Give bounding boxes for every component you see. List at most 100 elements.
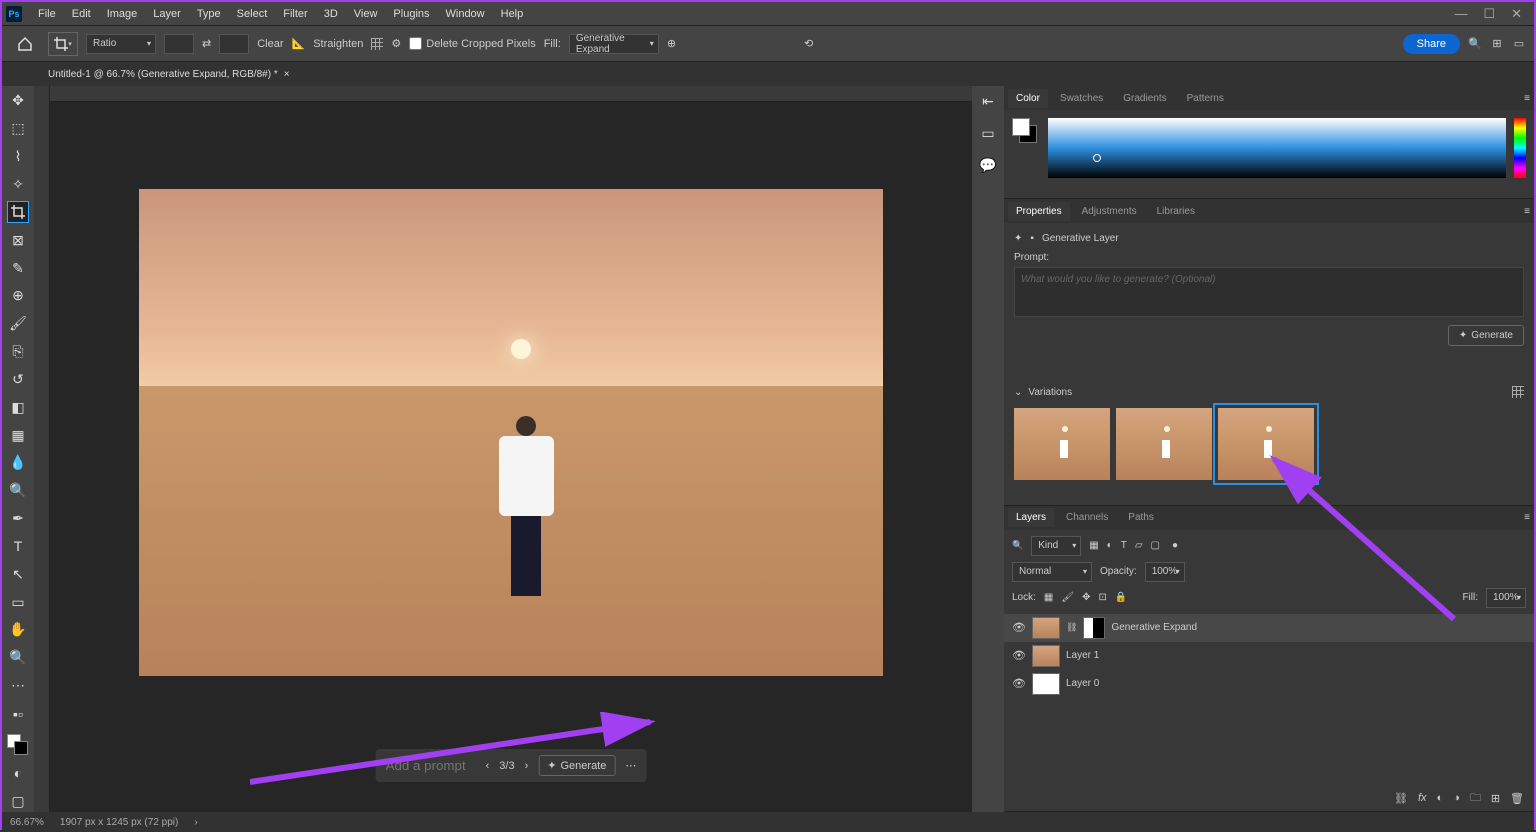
grid-overlay-icon[interactable] [371, 38, 383, 50]
layer-name[interactable]: Generative Expand [1111, 622, 1197, 633]
maximize-button[interactable]: ☐ [1483, 6, 1495, 22]
panel-menu-icon[interactable]: ≡ [1524, 93, 1530, 104]
visibility-icon[interactable]: 👁 [1012, 677, 1026, 690]
eraser-tool[interactable]: ◧ [7, 396, 29, 418]
menu-help[interactable]: Help [493, 6, 532, 22]
layer-name[interactable]: Layer 1 [1066, 650, 1099, 661]
tab-swatches[interactable]: Swatches [1052, 89, 1111, 108]
next-variation-button[interactable]: › [525, 760, 529, 772]
more-tools[interactable]: ⋯ [7, 675, 29, 697]
grid-view-icon[interactable] [1512, 386, 1524, 398]
menu-edit[interactable]: Edit [64, 6, 99, 22]
marquee-tool[interactable]: ⬚ [7, 118, 29, 140]
straighten-icon[interactable]: 📐 [292, 37, 306, 50]
menu-window[interactable]: Window [438, 6, 493, 22]
filter-smart-icon[interactable]: ▢ [1151, 540, 1160, 551]
tab-adjustments[interactable]: Adjustments [1074, 202, 1145, 221]
layer-name[interactable]: Layer 0 [1066, 678, 1099, 689]
hue-slider[interactable] [1514, 118, 1526, 178]
history-brush-tool[interactable]: ↺ [7, 368, 29, 390]
lock-nest-icon[interactable]: ⊡ [1098, 592, 1106, 603]
layer-0[interactable]: 👁 Layer 0 [1004, 670, 1534, 698]
layer-fx-icon[interactable]: fx [1418, 792, 1427, 804]
tab-patterns[interactable]: Patterns [1179, 89, 1232, 108]
layer-thumb[interactable] [1032, 673, 1060, 695]
type-tool[interactable]: T [7, 536, 29, 558]
edit-toolbar[interactable]: ▪▫ [7, 703, 29, 725]
expand-panel-icon[interactable]: ⇤ [977, 90, 999, 112]
settings-gear-icon[interactable]: ⚙ [391, 37, 401, 50]
delete-layer-icon[interactable]: 🗑 [1510, 792, 1524, 805]
fill-dropdown[interactable]: Generative Expand [569, 34, 659, 54]
tab-paths[interactable]: Paths [1120, 508, 1162, 527]
layer-thumb[interactable] [1032, 617, 1060, 639]
prompt-input[interactable] [386, 758, 476, 773]
workspace-icon[interactable]: ⊞ [1490, 37, 1504, 51]
tab-layers[interactable]: Layers [1008, 508, 1054, 527]
zoom-level[interactable]: 66.67% [10, 817, 44, 828]
tab-gradients[interactable]: Gradients [1115, 89, 1174, 108]
shape-tool[interactable]: ▭ [7, 591, 29, 613]
zoom-tool[interactable]: 🔍 [7, 647, 29, 669]
new-layer-icon[interactable]: ⊞ [1491, 792, 1500, 805]
panel-menu-icon[interactable]: ≡ [1524, 512, 1530, 523]
pen-tool[interactable]: ✒ [7, 508, 29, 530]
color-swatches[interactable] [7, 734, 29, 756]
tab-color[interactable]: Color [1008, 89, 1048, 108]
color-picker[interactable] [1048, 118, 1506, 178]
group-icon[interactable]: 🗀 [1470, 789, 1481, 808]
blur-tool[interactable]: 💧 [7, 452, 29, 474]
swap-icon[interactable]: ⇄ [202, 37, 211, 50]
menu-type[interactable]: Type [189, 6, 229, 22]
layer-generative-expand[interactable]: 👁 ⛓ Generative Expand [1004, 614, 1534, 642]
variation-thumb-1[interactable] [1014, 408, 1110, 480]
doc-dimensions[interactable]: 1907 px x 1245 px (72 ppi) [60, 817, 178, 828]
properties-generate-button[interactable]: ✦ Generate [1448, 325, 1524, 346]
arrange-icon[interactable]: ▭ [1512, 37, 1526, 51]
menu-view[interactable]: View [346, 6, 386, 22]
tab-libraries[interactable]: Libraries [1149, 202, 1203, 221]
screen-mode-icon[interactable]: ▢ [7, 790, 29, 812]
fill-settings-icon[interactable]: ⊕ [667, 37, 676, 50]
menu-layer[interactable]: Layer [145, 6, 189, 22]
eyedropper-tool[interactable]: ✎ [7, 257, 29, 279]
visibility-icon[interactable]: 👁 [1012, 649, 1026, 662]
comments-panel-icon[interactable]: 💬 [977, 154, 999, 176]
blend-mode-dropdown[interactable]: Normal [1012, 562, 1092, 582]
menu-3d[interactable]: 3D [316, 6, 346, 22]
ratio-dropdown[interactable]: Ratio [86, 34, 156, 54]
clear-button[interactable]: Clear [257, 38, 283, 50]
link-layers-icon[interactable]: ⛓ [1394, 792, 1408, 805]
magic-wand-tool[interactable]: ✧ [7, 174, 29, 196]
lasso-tool[interactable]: ⌇ [7, 146, 29, 168]
frame-tool[interactable]: ⊠ [7, 229, 29, 251]
gradient-tool[interactable]: ▦ [7, 424, 29, 446]
tab-channels[interactable]: Channels [1058, 508, 1116, 527]
prev-variation-button[interactable]: ‹ [486, 760, 490, 772]
delete-cropped-checkbox[interactable]: Delete Cropped Pixels [409, 37, 535, 50]
lock-trans-icon[interactable]: ▦ [1044, 592, 1053, 603]
ratio-h-input[interactable] [219, 34, 249, 54]
move-tool[interactable]: ✥ [7, 90, 29, 112]
fill-input[interactable]: 100% [1486, 588, 1526, 608]
lock-all-icon[interactable]: 🔒 [1115, 592, 1127, 603]
dodge-tool[interactable]: 🔍 [7, 480, 29, 502]
visibility-icon[interactable]: 👁 [1012, 621, 1026, 634]
opacity-input[interactable]: 100% [1145, 562, 1185, 582]
tab-properties[interactable]: Properties [1008, 202, 1070, 221]
filter-shape-icon[interactable]: ▱ [1135, 540, 1143, 551]
menu-select[interactable]: Select [229, 6, 276, 22]
variation-thumb-3[interactable] [1218, 408, 1314, 480]
menu-plugins[interactable]: Plugins [385, 6, 437, 22]
filter-adjust-icon[interactable]: ◐ [1107, 540, 1113, 551]
search-icon[interactable]: 🔍 [1468, 37, 1482, 51]
status-chevron[interactable]: › [194, 817, 197, 828]
link-icon[interactable]: ⛓ [1066, 622, 1077, 633]
quick-mask-icon[interactable]: ◐ [7, 762, 29, 784]
close-button[interactable]: ✕ [1511, 6, 1522, 22]
brush-tool[interactable]: 🖌 [7, 313, 29, 335]
layer-1[interactable]: 👁 Layer 1 [1004, 642, 1534, 670]
stamp-tool[interactable]: ⎘ [7, 341, 29, 363]
generate-button[interactable]: ✦ Generate [538, 755, 615, 776]
history-panel-icon[interactable]: ▭ [977, 122, 999, 144]
